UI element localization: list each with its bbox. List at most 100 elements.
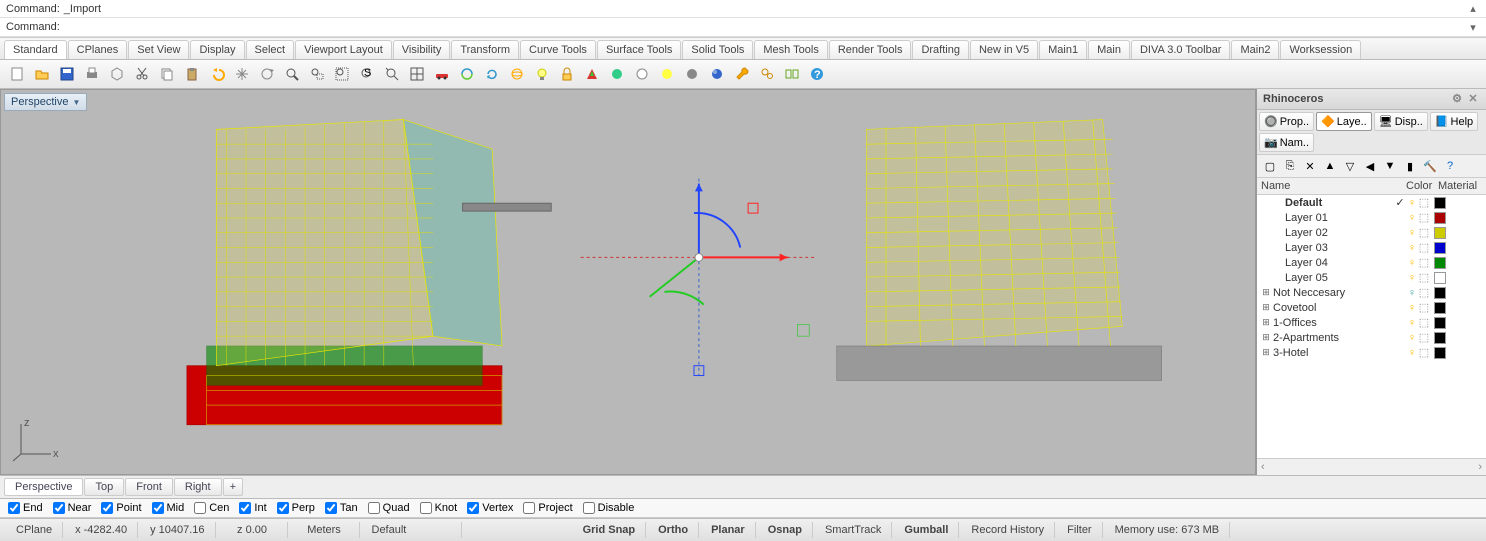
cycle-icon[interactable] [456,63,478,85]
panel-gear-icon[interactable]: ⚙ [1450,92,1464,106]
visibility-bulb-icon[interactable]: ♀ [1406,302,1418,314]
osnap-checkbox[interactable] [101,502,113,514]
panel-tab-help[interactable]: 📘Help [1430,112,1478,131]
tab-display[interactable]: Display [190,40,244,59]
osnap-checkbox[interactable] [152,502,164,514]
osnap-disable[interactable]: Disable [583,502,635,514]
osnap-perp[interactable]: Perp [277,502,315,514]
visibility-bulb-icon[interactable]: ♀ [1406,257,1418,269]
status-planar[interactable]: Planar [701,522,756,538]
copy-icon[interactable] [156,63,178,85]
color-swatch[interactable] [1434,242,1446,254]
layer-row[interactable]: ⊞Not Neccesary♀⬚ [1257,285,1486,300]
world-icon[interactable] [506,63,528,85]
viewport-perspective[interactable]: Perspective ▼ [0,89,1256,475]
color-swatch[interactable] [1434,227,1446,239]
tab-surface-tools[interactable]: Surface Tools [597,40,681,59]
status-smarttrack[interactable]: SmartTrack [815,522,892,538]
layer-new-icon[interactable]: ▢ [1261,157,1279,175]
lock-icon[interactable]: ⬚ [1418,346,1430,359]
view-tab-front[interactable]: Front [125,478,173,496]
col-material[interactable]: Material [1438,180,1482,192]
paste-icon[interactable] [181,63,203,85]
visibility-bulb-icon[interactable]: ♀ [1406,272,1418,284]
expand-icon[interactable]: ⊞ [1261,347,1271,358]
layer-row[interactable]: ⊞Covetool♀⬚ [1257,300,1486,315]
status-history[interactable]: Record History [961,522,1055,538]
view-tab-top[interactable]: Top [84,478,124,496]
tab-main2[interactable]: Main2 [1231,40,1279,59]
layer-sublayer-icon[interactable]: ⎘ [1281,157,1299,175]
panel-tab-layers[interactable]: 🔶Laye.. [1316,112,1372,131]
visibility-bulb-icon[interactable]: ♀ [1406,212,1418,224]
visibility-bulb-icon[interactable]: ♀ [1406,332,1418,344]
paint-icon[interactable] [581,63,603,85]
tab-visibility[interactable]: Visibility [393,40,451,59]
layer-down-icon[interactable]: ▽ [1341,157,1359,175]
osnap-project[interactable]: Project [523,502,572,514]
visibility-bulb-icon[interactable]: ♀ [1406,287,1418,299]
tab-curve-tools[interactable]: Curve Tools [520,40,596,59]
color-swatch[interactable] [1434,332,1446,344]
tab-mesh-tools[interactable]: Mesh Tools [754,40,827,59]
grid-icon[interactable] [406,63,428,85]
shade3-icon[interactable] [656,63,678,85]
help-icon[interactable]: ? [806,63,828,85]
sphere-icon[interactable] [706,63,728,85]
tab-solid-tools[interactable]: Solid Tools [682,40,753,59]
visibility-bulb-icon[interactable]: ♀ [1406,197,1418,209]
status-units[interactable]: Meters [290,522,360,538]
pan-icon[interactable] [231,63,253,85]
rotate-icon[interactable] [256,63,278,85]
status-ortho[interactable]: Ortho [648,522,699,538]
tab-worksession[interactable]: Worksession [1280,40,1361,59]
layer-funnel-icon[interactable]: ▼ [1381,157,1399,175]
layer-row[interactable]: Layer 02♀⬚ [1257,225,1486,240]
scroll-left-icon[interactable]: ‹ [1261,461,1265,473]
lock-icon[interactable]: ⬚ [1418,271,1430,284]
car-icon[interactable] [431,63,453,85]
layer-row[interactable]: ⊞2-Apartments♀⬚ [1257,330,1486,345]
lock-icon[interactable]: ⬚ [1418,211,1430,224]
osnap-checkbox[interactable] [8,502,20,514]
layer-row[interactable]: Layer 04♀⬚ [1257,255,1486,270]
osnap-checkbox[interactable] [194,502,206,514]
visibility-bulb-icon[interactable]: ♀ [1406,242,1418,254]
expand-icon[interactable]: ⊞ [1261,317,1271,328]
bulb-icon[interactable] [531,63,553,85]
layer-row[interactable]: Layer 05♀⬚ [1257,270,1486,285]
osnap-quad[interactable]: Quad [368,502,410,514]
lock-icon[interactable]: ⬚ [1418,331,1430,344]
color-swatch[interactable] [1434,257,1446,269]
tab-main[interactable]: Main [1088,40,1130,59]
lock-icon[interactable]: ⬚ [1418,316,1430,329]
layer-tools-icon[interactable]: ▮ [1401,157,1419,175]
osnap-checkbox[interactable] [239,502,251,514]
zoomext-icon[interactable] [331,63,353,85]
panel-tab-display[interactable]: 🖥Disp.. [1374,112,1428,131]
tab-main1[interactable]: Main1 [1039,40,1087,59]
osnap-int[interactable]: Int [239,502,266,514]
view-tab-perspective[interactable]: Perspective [4,478,83,496]
osnap-knot[interactable]: Knot [420,502,458,514]
color-swatch[interactable] [1434,287,1446,299]
status-osnap[interactable]: Osnap [758,522,813,538]
lock-icon[interactable]: ⬚ [1418,301,1430,314]
tab-select[interactable]: Select [246,40,295,59]
status-filter[interactable]: Filter [1057,522,1102,538]
color-swatch[interactable] [1434,272,1446,284]
osnap-checkbox[interactable] [583,502,595,514]
view-tab-add[interactable]: + [223,478,243,496]
layer-row[interactable]: ⊞1-Offices♀⬚ [1257,315,1486,330]
status-gridsnap[interactable]: Grid Snap [573,522,647,538]
layer-row[interactable]: Layer 03♀⬚ [1257,240,1486,255]
tab-cplanes[interactable]: CPlanes [68,40,128,59]
layer-filter-icon[interactable]: ◀ [1361,157,1379,175]
color-swatch[interactable] [1434,302,1446,314]
tab-new-in-v5[interactable]: New in V5 [970,40,1038,59]
color-swatch[interactable] [1434,347,1446,359]
expand-icon[interactable]: ⊞ [1261,332,1271,343]
status-cplane[interactable]: CPlane [6,522,63,538]
visibility-bulb-icon[interactable]: ♀ [1406,317,1418,329]
tab-diva-3-0-toolbar[interactable]: DIVA 3.0 Toolbar [1131,40,1231,59]
